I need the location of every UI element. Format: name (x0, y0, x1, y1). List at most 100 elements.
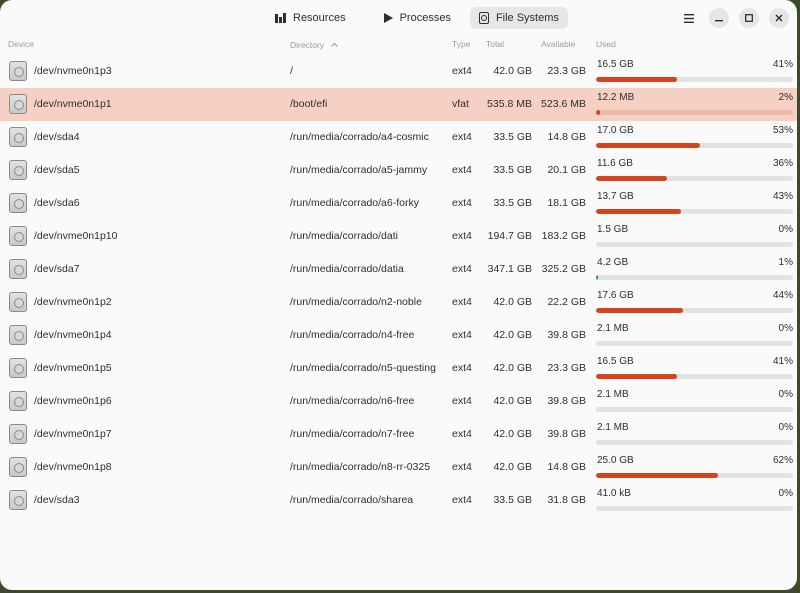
total-cell: 33.5 GB (493, 197, 532, 209)
table-row[interactable]: /dev/nvme0n1p2/run/media/corrado/n2-nobl… (0, 286, 797, 319)
table-row[interactable]: /dev/sda6/run/media/corrado/a6-forky ext4… (0, 187, 797, 220)
close-button[interactable] (769, 8, 789, 28)
type-cell: ext4 (452, 197, 472, 209)
column-header-used[interactable]: Used (596, 39, 616, 49)
used-percent: 62% (772, 455, 793, 466)
column-header-type[interactable]: Type (452, 39, 470, 49)
tab-label: Resources (293, 12, 346, 24)
used-value: 25.0 GB (597, 455, 634, 466)
minimize-button[interactable] (709, 8, 729, 28)
column-header-directory[interactable]: Directory (290, 39, 339, 50)
usage-bar (596, 341, 793, 346)
directory-cell: /run/media/corrado/n5-questing (290, 362, 436, 374)
total-cell: 33.5 GB (493, 494, 532, 506)
table-row[interactable]: /dev/sda7/run/media/corrado/datia ext4 347… (0, 253, 797, 286)
table-row[interactable]: /dev/nvme0n1p7/run/media/corrado/n7-free… (0, 418, 797, 451)
used-value: 2.1 MB (597, 389, 629, 400)
type-cell: ext4 (452, 131, 472, 143)
total-cell: 535.8 MB (487, 98, 532, 110)
drive-icon (9, 490, 27, 510)
available-cell: 183.2 GB (541, 230, 586, 242)
directory-cell: /run/media/corrado/a5-jammy (290, 164, 428, 176)
used-value: 41.0 kB (597, 488, 631, 499)
usage-bar (596, 176, 793, 181)
directory-cell: / (290, 65, 293, 77)
device-cell: /dev/nvme0n1p6 (34, 395, 112, 407)
usage-bar (596, 407, 793, 412)
total-cell: 42.0 GB (493, 461, 532, 473)
device-cell: /dev/nvme0n1p7 (34, 428, 112, 440)
type-cell: vfat (452, 98, 469, 110)
usage-bar (596, 506, 793, 511)
device-cell: /dev/sda3 (34, 494, 80, 506)
column-header-available[interactable]: Available (541, 39, 575, 49)
device-cell: /dev/nvme0n1p10 (34, 230, 118, 242)
device-cell: /dev/nvme0n1p2 (34, 296, 112, 308)
maximize-button[interactable] (739, 8, 759, 28)
play-icon (383, 13, 393, 23)
total-cell: 42.0 GB (493, 428, 532, 440)
directory-cell: /run/media/corrado/datia (290, 263, 404, 275)
table-row[interactable]: /dev/nvme0n1p3 / ext4 42.0 GB 23.3 GB 16.5 GB… (0, 55, 797, 88)
available-cell: 23.3 GB (547, 362, 586, 374)
device-cell: /dev/nvme0n1p1 (34, 98, 112, 110)
table-row[interactable]: /dev/nvme0n1p6/run/media/corrado/n6-free… (0, 385, 797, 418)
used-percent: 43% (772, 191, 793, 202)
sort-ascending-icon (331, 39, 339, 49)
drive-icon (9, 193, 27, 213)
disk-icon (478, 12, 489, 24)
used-value: 1.5 GB (597, 224, 629, 235)
usage-bar-fill (596, 374, 677, 379)
type-cell: ext4 (452, 362, 472, 374)
table-row[interactable]: /dev/nvme0n1p1/boot/efi vfat 535.8 MB 523.6… (0, 88, 797, 121)
type-cell: ext4 (452, 296, 472, 308)
usage-bar-fill (596, 209, 681, 214)
type-cell: ext4 (452, 230, 472, 242)
main-menu-button[interactable] (679, 8, 699, 28)
type-cell: ext4 (452, 164, 472, 176)
column-header-device[interactable]: Device (8, 39, 34, 49)
available-cell: 39.8 GB (547, 428, 586, 440)
directory-cell: /run/media/corrado/a6-forky (290, 197, 419, 209)
usage-bar (596, 275, 793, 280)
used-value: 16.5 GB (597, 59, 634, 70)
used-percent: 2% (778, 92, 793, 103)
used-value: 13.7 GB (597, 191, 634, 202)
used-percent: 44% (772, 290, 793, 301)
used-percent: 0% (778, 323, 793, 334)
drive-icon (9, 127, 27, 147)
table-row[interactable]: /dev/sda3/run/media/corrado/sharea ext4 33… (0, 484, 797, 517)
column-header-total[interactable]: Total (486, 39, 504, 49)
usage-bar-fill (596, 77, 677, 82)
usage-bar (596, 242, 793, 247)
table-row[interactable]: /dev/nvme0n1p10/run/media/corrado/dati ex… (0, 220, 797, 253)
usage-bar-fill (596, 275, 599, 280)
tab-processes[interactable]: Processes (375, 7, 460, 29)
table-row[interactable]: /dev/nvme0n1p4/run/media/corrado/n4-free… (0, 319, 797, 352)
table-row[interactable]: /dev/nvme0n1p5/run/media/corrado/n5-ques… (0, 352, 797, 385)
tab-resources[interactable]: Resources (266, 7, 355, 29)
table-row[interactable]: /dev/nvme0n1p8/run/media/corrado/n8-rr-0… (0, 451, 797, 484)
maximize-icon (745, 14, 753, 22)
available-cell: 23.3 GB (547, 65, 586, 77)
total-cell: 42.0 GB (493, 395, 532, 407)
used-value: 17.6 GB (597, 290, 634, 301)
device-cell: /dev/sda7 (34, 263, 80, 275)
tab-label: Processes (399, 12, 451, 24)
tab-file-systems[interactable]: File Systems (469, 7, 568, 29)
usage-bar (596, 374, 793, 379)
usage-bar-fill (596, 110, 600, 115)
available-cell: 22.2 GB (547, 296, 586, 308)
hamburger-menu-icon (684, 13, 694, 23)
tab-label: File Systems (495, 12, 559, 24)
used-percent: 53% (772, 125, 793, 136)
directory-cell: /run/media/corrado/n6-free (290, 395, 415, 407)
directory-cell: /run/media/corrado/n4-free (290, 329, 415, 341)
table-row[interactable]: /dev/sda4/run/media/corrado/a4-cosmic ext… (0, 121, 797, 154)
total-cell: 42.0 GB (493, 296, 532, 308)
type-cell: ext4 (452, 263, 472, 275)
total-cell: 42.0 GB (493, 329, 532, 341)
table-row[interactable]: /dev/sda5/run/media/corrado/a5-jammy ext4… (0, 154, 797, 187)
type-cell: ext4 (452, 461, 472, 473)
used-value: 11.6 GB (597, 158, 633, 169)
